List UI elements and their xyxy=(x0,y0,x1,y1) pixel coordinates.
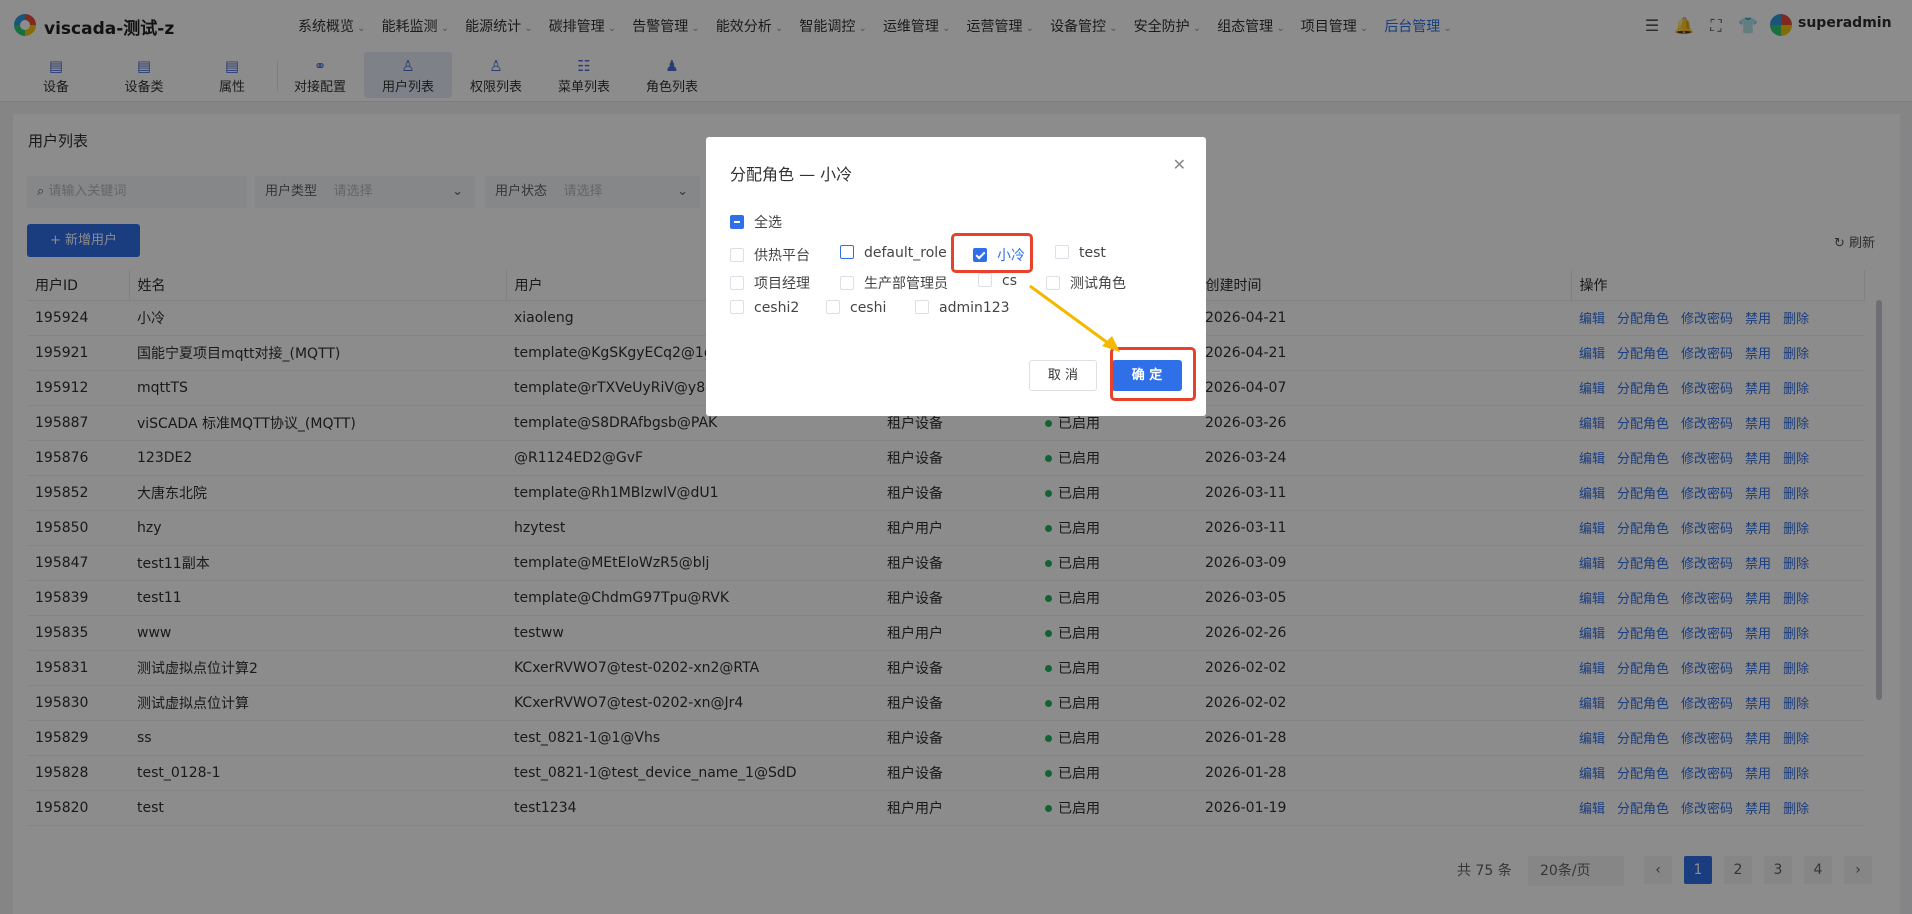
checkbox-box xyxy=(730,276,744,290)
close-icon[interactable]: ✕ xyxy=(1173,155,1186,174)
dialog-title: 分配角色 — 小冷 xyxy=(730,165,853,184)
arrow-line xyxy=(1029,284,1113,348)
role-checkbox[interactable]: admin123 xyxy=(915,300,1010,316)
role-checkbox[interactable]: cs xyxy=(978,273,1017,289)
annotation-arrow xyxy=(1029,284,1120,352)
checkbox-box xyxy=(915,300,929,314)
role-checkbox[interactable]: ceshi xyxy=(826,300,886,316)
role-checkbox[interactable]: ceshi2 xyxy=(730,300,799,316)
role-checkbox[interactable]: 生产部管理员 xyxy=(840,273,948,293)
checkbox-box xyxy=(826,300,840,314)
arrow-head xyxy=(1102,336,1120,352)
checkbox-box xyxy=(730,300,744,314)
role-checkbox[interactable]: default_role xyxy=(840,245,947,261)
role-checkbox[interactable]: 项目经理 xyxy=(730,273,810,293)
highlight-box-confirm xyxy=(1110,347,1196,401)
checkbox-box xyxy=(840,276,854,290)
indeterminate-box xyxy=(730,215,744,229)
checkbox-box xyxy=(840,245,854,259)
cancel-button[interactable]: 取 消 xyxy=(1029,360,1097,391)
highlight-box-checked-role xyxy=(951,233,1033,273)
role-checkbox[interactable]: 供热平台 xyxy=(730,245,810,265)
role-checkbox[interactable]: test xyxy=(1055,245,1106,261)
checkbox-box xyxy=(730,248,744,262)
select-all-checkbox[interactable]: 全选 xyxy=(730,212,782,232)
checkbox-box xyxy=(1055,245,1069,259)
checkbox-box xyxy=(978,273,992,287)
